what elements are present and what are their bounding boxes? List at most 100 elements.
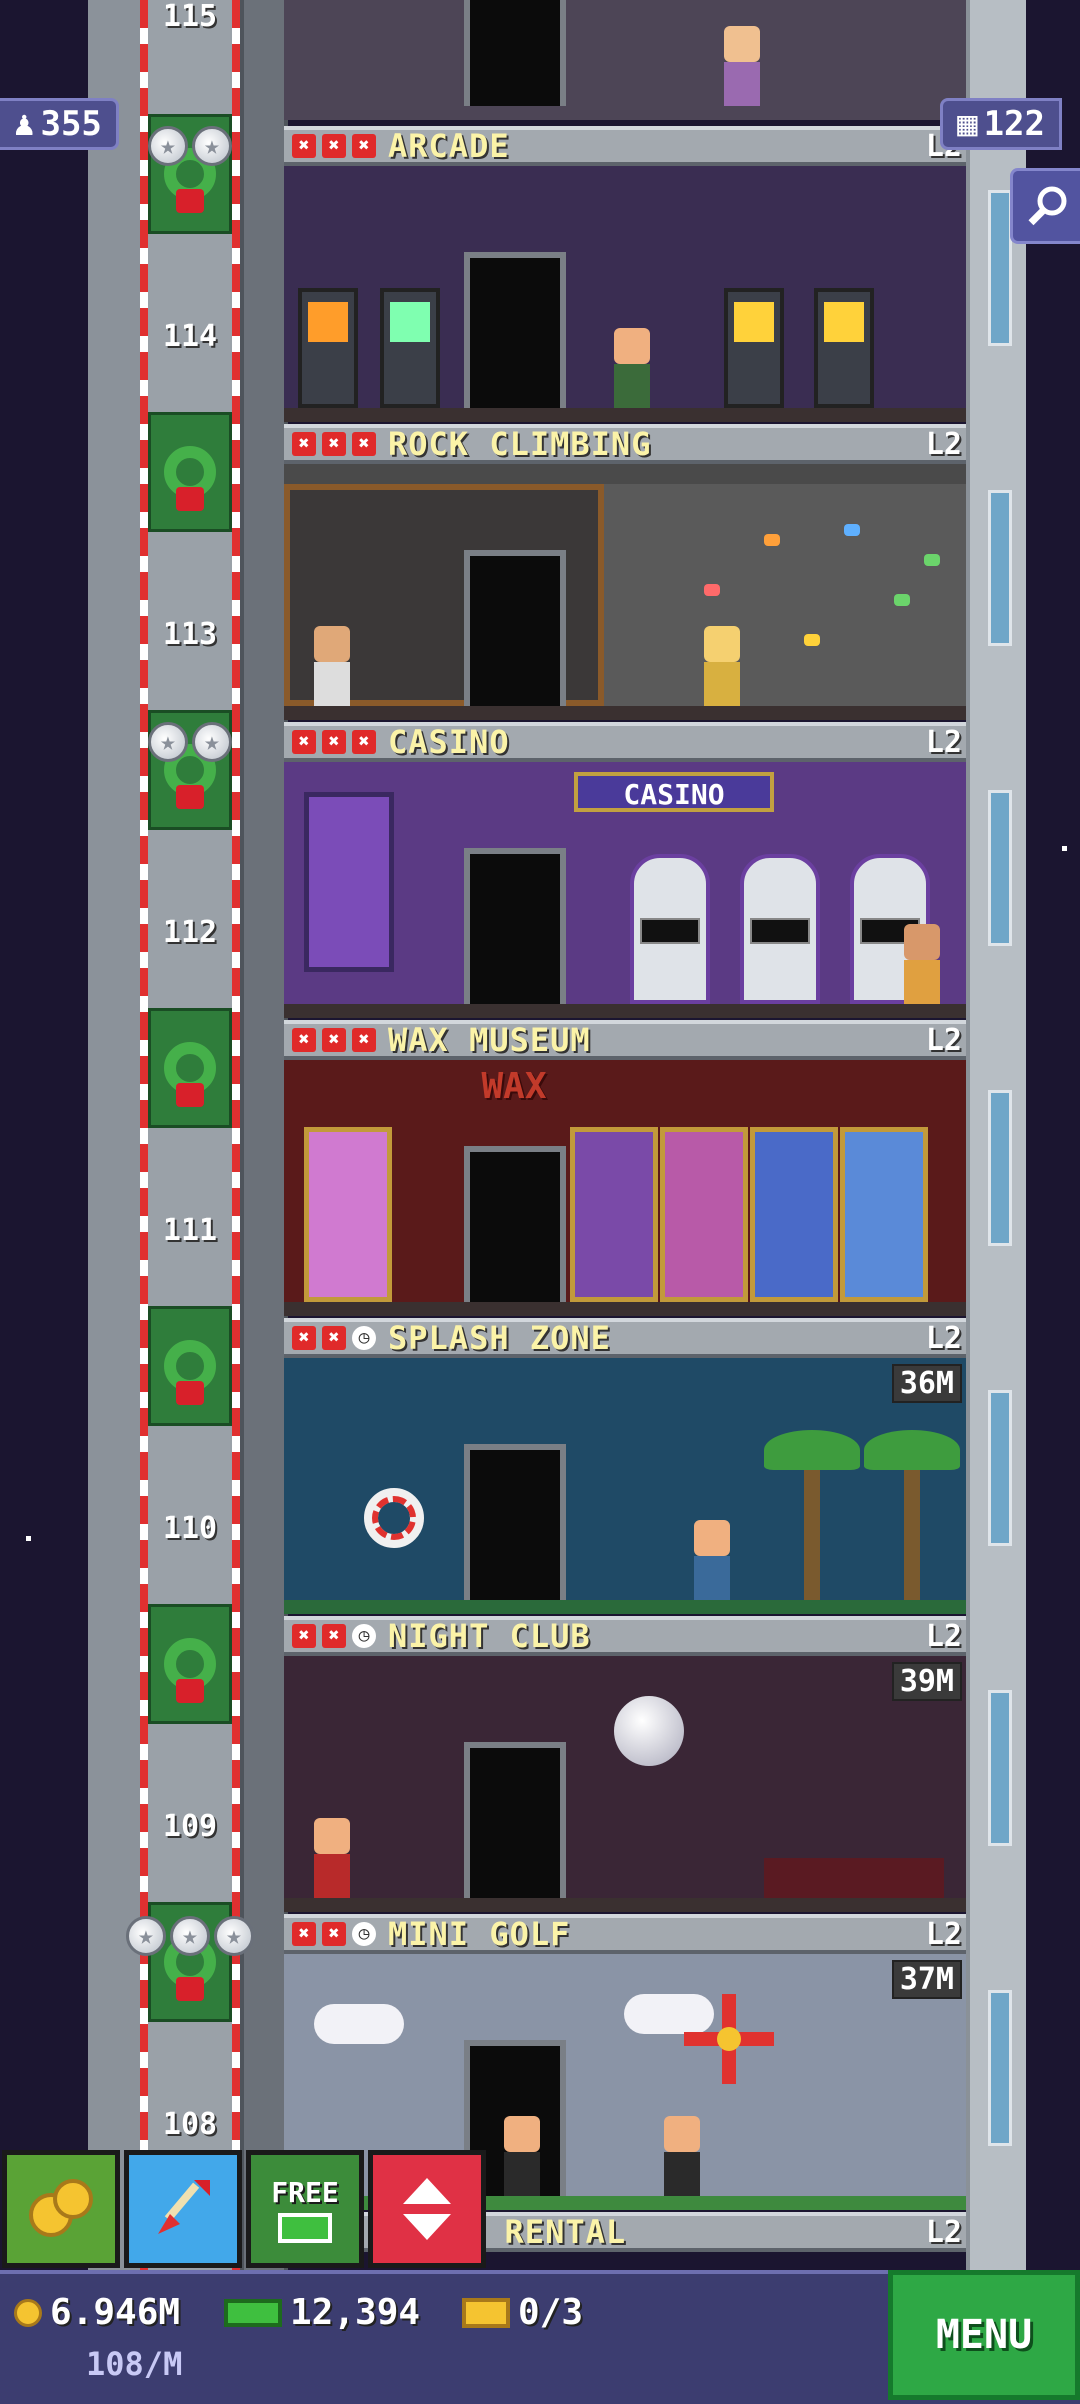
floor-header: ✖ ✖ ✖ CASINO L2 bbox=[284, 722, 966, 762]
wreath-decoration bbox=[148, 412, 232, 532]
elevator-stop-114[interactable]: 114 bbox=[148, 250, 232, 370]
coin-rate: 108/M bbox=[86, 2345, 183, 2383]
population-value: 355 bbox=[40, 104, 102, 144]
floor-interior: 36M bbox=[284, 1358, 966, 1614]
person-sprite bbox=[694, 1520, 730, 1600]
bux-shop-button[interactable] bbox=[2, 2150, 120, 2268]
climbing-hold bbox=[924, 554, 940, 566]
stock-empty-icon: ✖ bbox=[322, 1922, 346, 1946]
floor-ground bbox=[284, 706, 966, 720]
floor-rock-climbing[interactable]: ✖ ✖ ✖ ROCK CLIMBING L2 bbox=[284, 424, 966, 720]
cloud-icon bbox=[314, 2004, 404, 2044]
floor-door bbox=[464, 252, 566, 408]
floor-door bbox=[464, 848, 566, 1004]
floor-night-club[interactable]: ✖ ✖ ◷ NIGHT CLUB L2 39M bbox=[284, 1616, 966, 1912]
elevator-stop-109[interactable]: 109 bbox=[148, 1740, 232, 1860]
floor-header: ✖ ✖ ✖ ARCADE L2 bbox=[284, 126, 966, 166]
tower-window bbox=[988, 790, 1012, 946]
elevator-floor-number: 112 bbox=[162, 915, 218, 950]
bow-icon bbox=[176, 487, 204, 511]
bux-icon bbox=[224, 2298, 282, 2327]
tickets-display[interactable]: 0/3 bbox=[462, 2292, 583, 2333]
search-button[interactable] bbox=[1010, 168, 1080, 244]
wax-figure-display bbox=[660, 1127, 748, 1302]
climbing-wall bbox=[604, 484, 966, 706]
star-icon: ★ bbox=[214, 1916, 254, 1956]
star-icon: ★ bbox=[148, 722, 188, 762]
floor-level: L2 bbox=[925, 1916, 962, 1952]
floor-interior: CASINO bbox=[284, 762, 966, 1018]
palm-tree bbox=[764, 1430, 860, 1600]
floor-splash-zone[interactable]: ✖ ✖ ◷ SPLASH ZONE L2 36M bbox=[284, 1318, 966, 1614]
stock-empty-icon: ✖ bbox=[292, 1326, 316, 1350]
restock-timer: 36M bbox=[891, 1364, 962, 1403]
floor-casino[interactable]: ✖ ✖ ✖ CASINO L2 CASINO bbox=[284, 722, 966, 1018]
climbing-hold bbox=[804, 634, 820, 646]
floor-name: ROCK CLIMBING bbox=[388, 425, 652, 463]
free-label: FREE bbox=[271, 2175, 339, 2209]
elevator-stop-113[interactable]: 113 bbox=[148, 548, 232, 668]
climbing-hold bbox=[894, 594, 910, 606]
elevator-stop-112[interactable]: 112 bbox=[148, 846, 232, 966]
tower-window bbox=[988, 190, 1012, 346]
floor-name: WAX MUSEUM bbox=[388, 1021, 591, 1059]
star-icon: ★ bbox=[192, 126, 232, 166]
wax-sign: WAX bbox=[481, 1066, 547, 1107]
restock-timer: 39M bbox=[891, 1662, 962, 1701]
floor-115-shop[interactable] bbox=[284, 0, 966, 120]
elevator-floor-number: 109 bbox=[162, 1809, 218, 1844]
floor-wax-museum[interactable]: ✖ ✖ ✖ WAX MUSEUM L2 WAX bbox=[284, 1020, 966, 1316]
floor-name: NIGHT CLUB bbox=[388, 1617, 591, 1655]
elevator-floor-number: 113 bbox=[162, 617, 218, 652]
slot-machine bbox=[630, 854, 710, 1004]
bux-display[interactable]: 12,394 bbox=[224, 2292, 420, 2333]
stock-empty-icon: ✖ bbox=[322, 730, 346, 754]
floor-header: ✖ ✖ ◷ SPLASH ZONE L2 bbox=[284, 1318, 966, 1358]
elevator-stop-110[interactable]: 110 bbox=[148, 1442, 232, 1562]
bux-coins-icon bbox=[29, 2179, 93, 2237]
elevator-stop-111[interactable]: 111 bbox=[148, 1144, 232, 1264]
floor-ground bbox=[284, 1600, 966, 1614]
floor-interior bbox=[284, 0, 966, 120]
bow-icon bbox=[176, 785, 204, 809]
elevator-stop-115[interactable]: 115 bbox=[148, 0, 232, 50]
arcade-machine bbox=[380, 288, 440, 408]
person-sprite bbox=[614, 328, 650, 408]
person-sprite bbox=[314, 1818, 350, 1898]
person-sprite bbox=[724, 26, 760, 106]
free-gift-button[interactable]: FREE bbox=[246, 2150, 364, 2268]
stock-empty-icon: ✖ bbox=[322, 432, 346, 456]
floor-interior bbox=[284, 464, 966, 720]
stock-empty-icon: ✖ bbox=[292, 134, 316, 158]
coins-display[interactable]: 6.946M bbox=[14, 2292, 180, 2333]
elevator-stop-108[interactable]: 108 bbox=[148, 2038, 232, 2158]
restocking-clock-icon: ◷ bbox=[352, 1922, 376, 1946]
tickets-value: 0/3 bbox=[518, 2292, 584, 2333]
menu-button[interactable]: MENU bbox=[888, 2270, 1080, 2400]
person-icon: ♟ bbox=[14, 104, 35, 144]
build-floor-button[interactable] bbox=[124, 2150, 242, 2268]
population-counter[interactable]: ♟ 355 bbox=[0, 98, 119, 150]
floor-level: L2 bbox=[925, 724, 962, 760]
elevator-button[interactable] bbox=[368, 2150, 486, 2268]
floor-counter[interactable]: ▦ 122 bbox=[940, 98, 1062, 150]
floor-door bbox=[464, 1444, 566, 1600]
tower-window bbox=[988, 1690, 1012, 1846]
floor-interior: 39M bbox=[284, 1656, 966, 1912]
restocking-clock-icon: ◷ bbox=[352, 1326, 376, 1350]
floor-door bbox=[464, 550, 566, 706]
background-star bbox=[1062, 846, 1067, 851]
restock-timer: 37M bbox=[891, 1960, 962, 1999]
elevator-floor-number: 115 bbox=[162, 0, 218, 34]
elevator-star-rating: ★ ★ ★ bbox=[126, 1916, 254, 1956]
person-sprite bbox=[904, 924, 940, 1004]
disco-ball-icon bbox=[614, 1696, 684, 1766]
casino-cage bbox=[304, 792, 394, 972]
floor-arcade[interactable]: ✖ ✖ ✖ ARCADE L2 bbox=[284, 126, 966, 422]
floor-header: ✖ ✖ ✖ WAX MUSEUM L2 bbox=[284, 1020, 966, 1060]
building-icon: ▦ bbox=[957, 104, 978, 144]
palm-tree bbox=[864, 1430, 960, 1600]
stock-empty-icon: ✖ bbox=[292, 1922, 316, 1946]
wax-figure-display bbox=[840, 1127, 928, 1302]
floor-level: L2 bbox=[925, 1320, 962, 1356]
